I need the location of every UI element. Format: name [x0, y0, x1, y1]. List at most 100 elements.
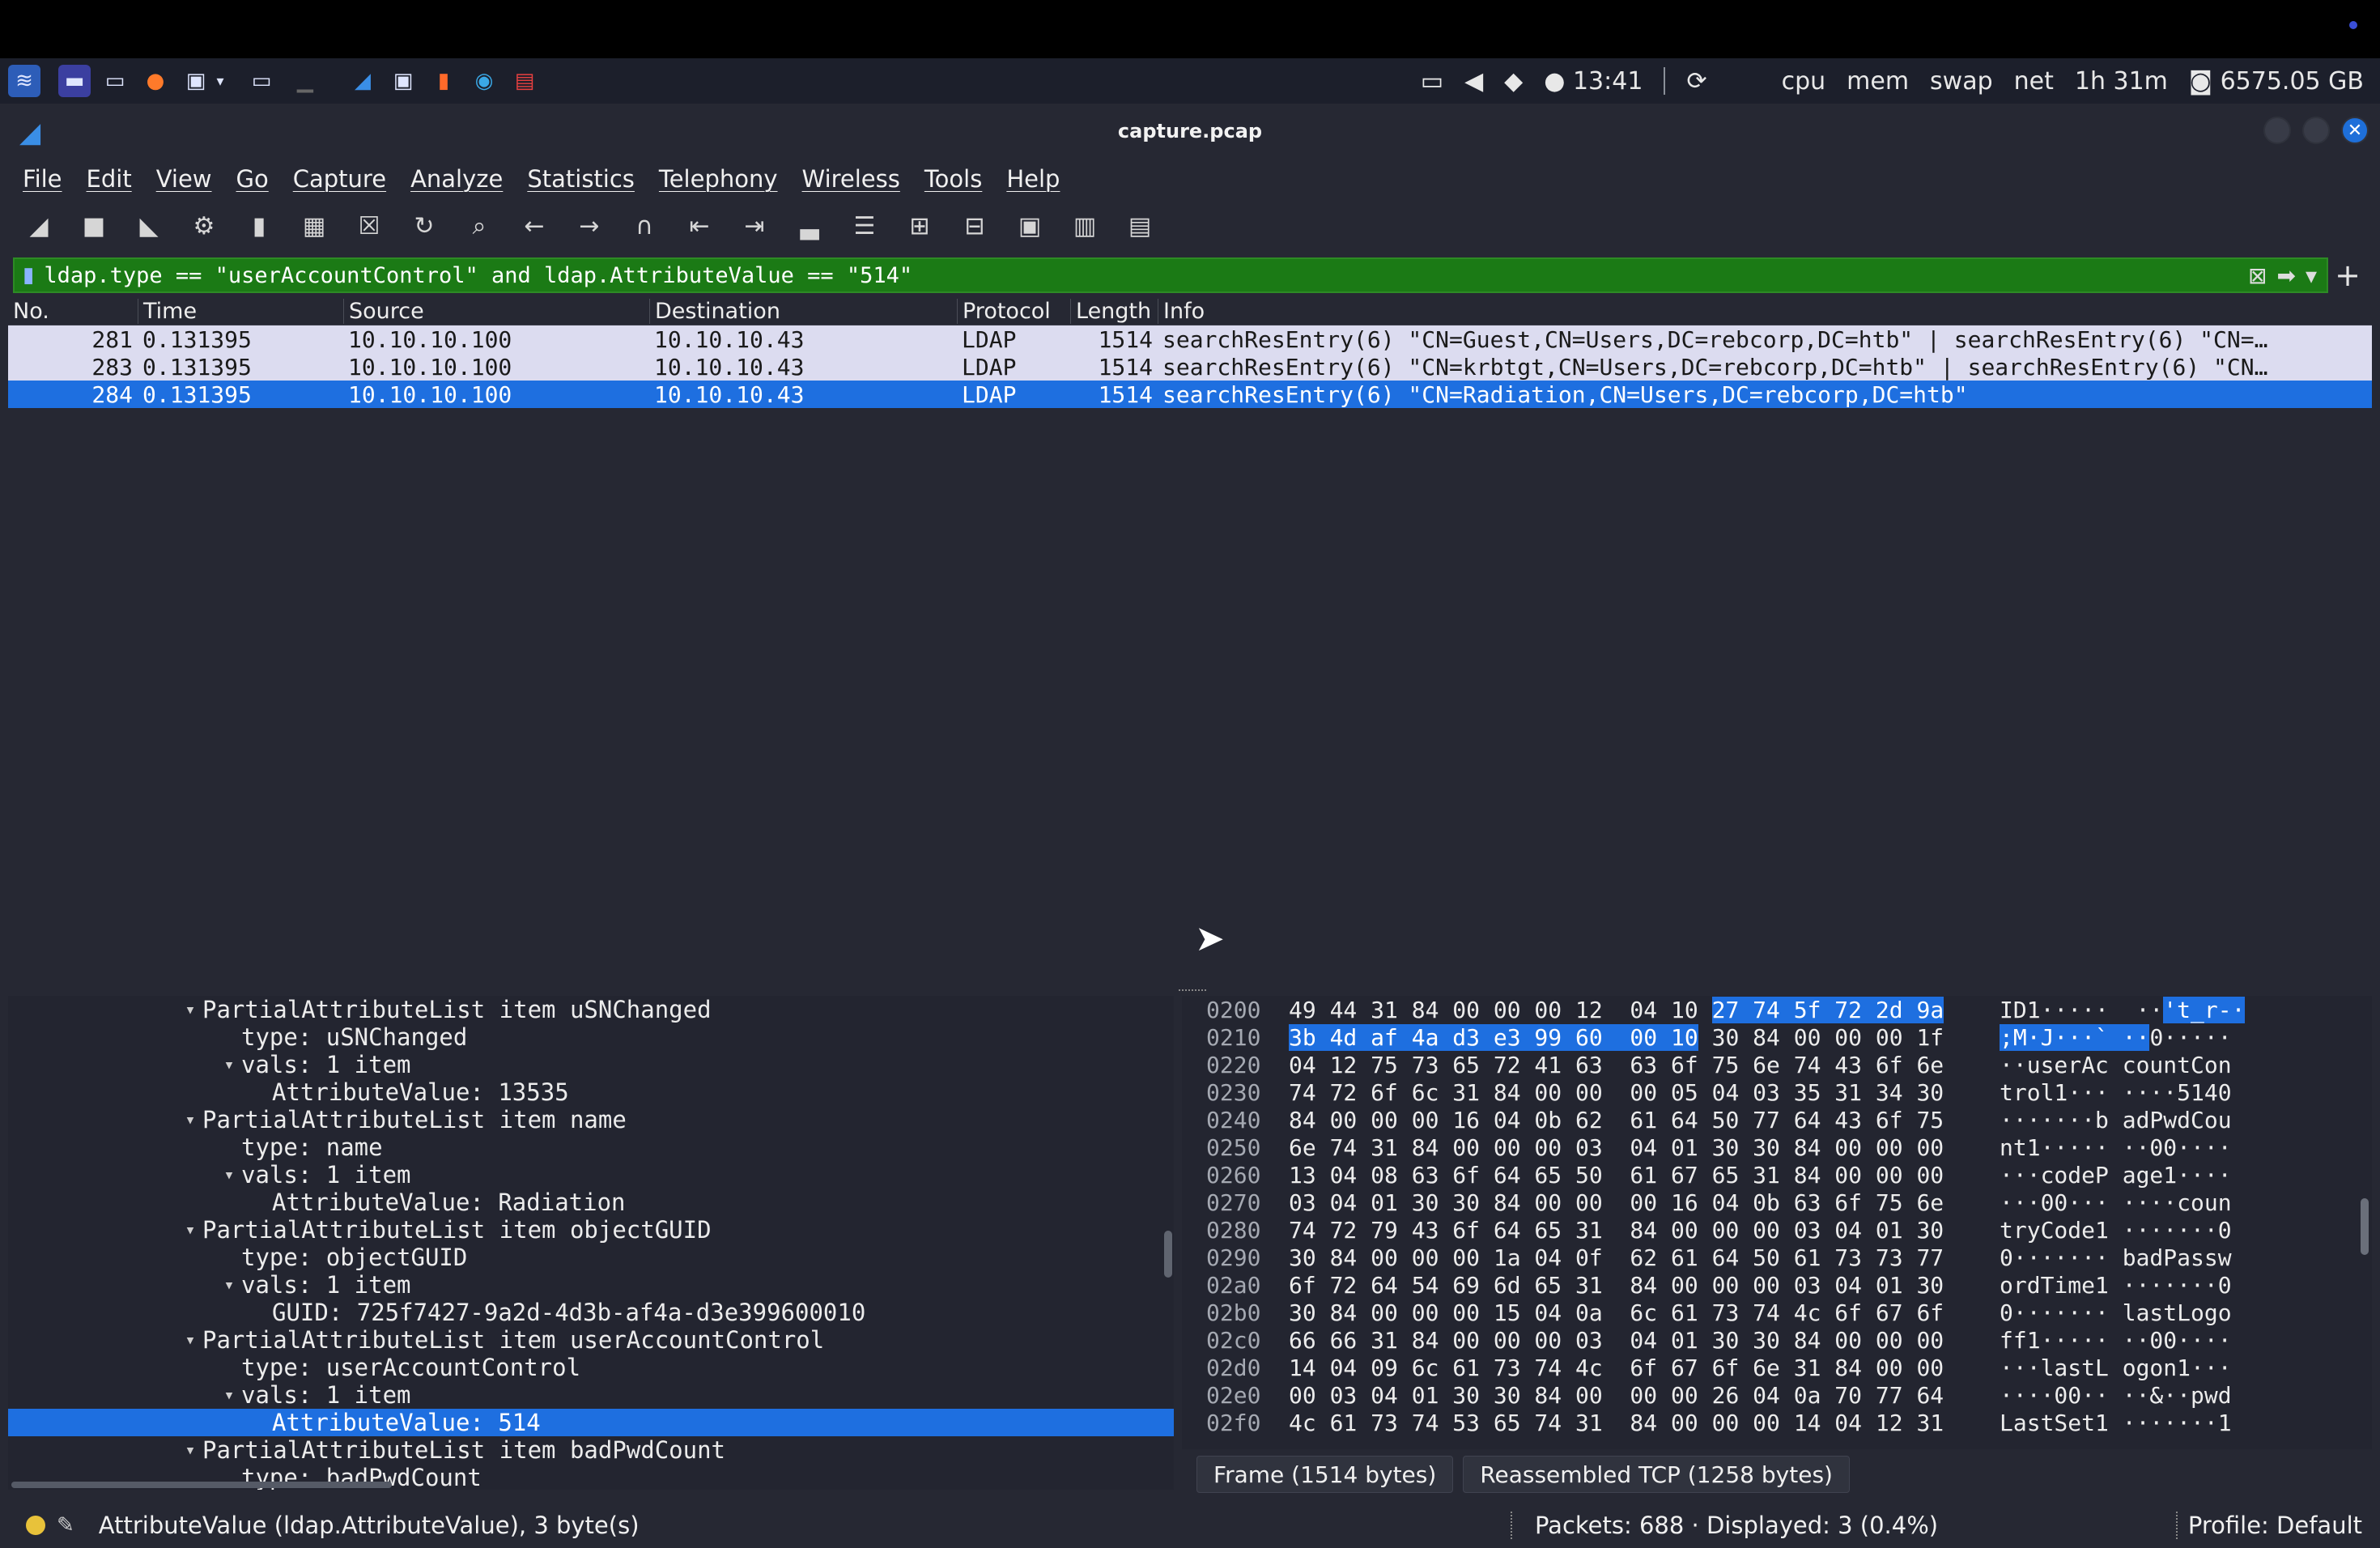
hex-row[interactable]: 02c0 66 66 31 84 00 00 00 03 04 01 30 30 … [1182, 1326, 2372, 1354]
vertical-scrollbar[interactable] [2361, 1198, 2369, 1255]
go-back-arrow-icon[interactable]: ← [518, 210, 550, 242]
hex-bytes[interactable]: 3b 4d af 4a d3 e3 99 60 00 10 30 84 00 0… [1271, 1023, 2000, 1051]
tree-leaf[interactable]: type: objectGUID [8, 1244, 1174, 1271]
menu-edit[interactable]: Edit [87, 165, 132, 193]
packet-row-selected[interactable]: 284 0.131395 10.10.10.100 10.10.10.43 LD… [8, 381, 2372, 408]
clock[interactable]: ● 13:41 [1544, 67, 1643, 96]
hex-row[interactable]: 02d0 14 04 09 6c 61 73 74 4c 6f 67 6f 6e … [1182, 1354, 2372, 1381]
column-info[interactable]: Info [1158, 299, 2372, 324]
hex-bytes[interactable]: 6e 74 31 84 00 00 00 03 04 01 30 30 84 0… [1271, 1134, 2000, 1161]
hex-row[interactable]: 0260 13 04 08 63 6f 64 65 50 61 67 65 31 … [1182, 1161, 2372, 1189]
display-icon[interactable]: ▭ [1421, 67, 1443, 96]
tree-leaf[interactable]: type: userAccountControl [8, 1354, 1174, 1381]
maximize-button[interactable] [2302, 117, 2330, 144]
firefox-icon[interactable]: ● [139, 65, 172, 97]
hex-ascii[interactable]: ···00··· ····coun [2000, 1189, 2348, 1216]
monitor-cpu[interactable]: cpu [1782, 67, 1826, 96]
resize-columns-icon[interactable]: ▥ [1069, 210, 1101, 242]
expand-arrow-icon[interactable]: ▾ [217, 1275, 241, 1295]
wireshark-taskbar-icon[interactable]: ◢ [346, 65, 379, 97]
tree-node[interactable]: ▾ PartialAttributeList item name [8, 1106, 1174, 1133]
hex-ascii[interactable]: ···codeP age1···· [2000, 1162, 2348, 1189]
column-source[interactable]: Source [343, 299, 649, 324]
refresh-icon[interactable]: ⟳ [1686, 67, 1706, 96]
status-profile[interactable]: Profile: Default [2188, 1512, 2362, 1539]
hex-row[interactable]: 02a0 6f 72 64 54 69 6d 65 31 84 00 00 00 … [1182, 1271, 2372, 1299]
volume-icon[interactable]: ◀ [1464, 67, 1483, 96]
bell-icon[interactable]: ◆ [1504, 67, 1523, 96]
hex-bytes[interactable]: 13 04 08 63 6f 64 65 50 61 67 65 31 84 0… [1271, 1162, 2000, 1189]
hex-row[interactable]: 02f0 4c 61 73 74 53 65 74 31 84 00 00 00 … [1182, 1409, 2372, 1436]
column-length[interactable]: Length [1070, 299, 1158, 324]
hex-ascii[interactable]: LastSet1 ·······1 [2000, 1410, 2348, 1436]
clear-filter-icon[interactable]: ⊠ [2248, 262, 2267, 289]
window-thumbnail-icon[interactable]: ▭ [240, 65, 283, 97]
app-menu-icon[interactable]: ≋ [8, 65, 40, 97]
chevron-down-icon[interactable]: ▾ [212, 65, 228, 97]
tree-node[interactable]: ▾ vals: 1 item [8, 1161, 1174, 1189]
hex-ascii[interactable]: trol1··· ····5140 [2000, 1079, 2348, 1106]
tab-frame[interactable]: Frame (1514 bytes) [1196, 1456, 1454, 1493]
expand-arrow-icon[interactable]: ▾ [178, 1220, 202, 1240]
tree-node[interactable]: ▾ PartialAttributeList item objectGUID [8, 1216, 1174, 1244]
hex-ascii[interactable]: 0······· badPassw [2000, 1244, 2348, 1271]
restart-capture-icon[interactable]: ◣ [133, 210, 165, 242]
terminal-icon[interactable]: ▣ [180, 65, 212, 97]
tree-leaf[interactable]: type: uSNChanged [8, 1023, 1174, 1051]
hex-ascii[interactable]: ;M·J···` ··0····· [2000, 1023, 2348, 1051]
add-filter-button[interactable]: + [2328, 257, 2367, 293]
hex-row[interactable]: 0240 84 00 00 00 16 04 0b 62 61 64 50 77 … [1182, 1106, 2372, 1133]
hex-row[interactable]: 0200 49 44 31 84 00 00 00 12 04 10 27 74 … [1182, 996, 2372, 1023]
expand-arrow-icon[interactable]: ▾ [217, 1055, 241, 1075]
monitor-swap[interactable]: swap [1930, 67, 1993, 96]
hex-bytes[interactable]: 4c 61 73 74 53 65 74 31 84 00 00 00 14 0… [1271, 1410, 2000, 1436]
hex-row[interactable]: 0220 04 12 75 73 65 72 41 63 63 6f 75 6e … [1182, 1051, 2372, 1078]
capture-options-gear-icon[interactable]: ⚙ [188, 210, 220, 242]
hex-bytes[interactable]: 74 72 6f 6c 31 84 00 00 00 05 04 03 35 3… [1271, 1079, 2000, 1106]
hex-bytes[interactable]: 04 12 75 73 65 72 41 63 63 6f 75 6e 74 4… [1271, 1052, 2000, 1078]
menu-view[interactable]: View [156, 165, 212, 193]
tree-node[interactable]: ▾ PartialAttributeList item userAccountCo… [8, 1326, 1174, 1354]
expert-info-icon[interactable] [26, 1516, 45, 1535]
zoom-in-icon[interactable]: ⊞ [903, 210, 936, 242]
first-packet-icon[interactable]: ⇤ [683, 210, 716, 242]
autoscroll-icon[interactable]: ▃ [793, 210, 826, 242]
colorize-icon[interactable]: ☰ [848, 210, 881, 242]
filter-history-chevron-down-icon[interactable]: ▾ [2306, 262, 2317, 289]
packet-bytes-pane[interactable]: 0200 49 44 31 84 00 00 00 12 04 10 27 74 … [1182, 996, 2372, 1449]
file-manager-icon[interactable]: ▭ [99, 65, 131, 97]
tab-reassembled-tcp[interactable]: Reassembled TCP (1258 bytes) [1463, 1456, 1850, 1493]
document-taskbar-icon[interactable]: ▤ [508, 65, 541, 97]
hex-row[interactable]: 0290 30 84 00 00 00 1a 04 0f 62 61 64 50 … [1182, 1244, 2372, 1271]
column-destination[interactable]: Destination [649, 299, 957, 324]
hex-bytes[interactable]: 14 04 09 6c 61 73 74 4c 6f 67 6f 6e 31 8… [1271, 1354, 2000, 1381]
hex-row[interactable]: 02e0 00 03 04 01 30 30 84 00 00 00 26 04 … [1182, 1381, 2372, 1409]
horizontal-scrollbar[interactable] [11, 1482, 392, 1488]
tree-leaf-selected[interactable]: AttributeValue: 514 [8, 1409, 1174, 1436]
zoom-out-icon[interactable]: ⊟ [958, 210, 991, 242]
hex-ascii[interactable]: ····00·· ··&··pwd [2000, 1382, 2348, 1409]
minimize-button[interactable] [2263, 117, 2291, 144]
menu-help[interactable]: Help [1006, 165, 1060, 193]
tree-leaf[interactable]: AttributeValue: 13535 [8, 1078, 1174, 1106]
hex-bytes[interactable]: 30 84 00 00 00 1a 04 0f 62 61 64 50 61 7… [1271, 1244, 2000, 1271]
hex-ascii[interactable]: ordTime1 ·······0 [2000, 1272, 2348, 1299]
hex-bytes[interactable]: 00 03 04 01 30 30 84 00 00 00 26 04 0a 7… [1271, 1382, 2000, 1409]
go-to-packet-icon[interactable]: ∩ [628, 210, 661, 242]
hex-row[interactable]: 0250 6e 74 31 84 00 00 00 03 04 01 30 30 … [1182, 1133, 2372, 1161]
save-file-icon[interactable]: ▦ [298, 210, 330, 242]
packet-row[interactable]: 281 0.131395 10.10.10.100 10.10.10.43 LD… [8, 325, 2372, 353]
menu-statistics[interactable]: Statistics [527, 165, 635, 193]
display-filter-input[interactable]: ▮ ldap.type == "userAccountControl" and … [13, 257, 2328, 293]
column-no[interactable]: No. [8, 299, 138, 324]
apply-filter-arrow-icon[interactable]: ➡ [2276, 262, 2295, 289]
hex-ascii[interactable]: ·······b adPwdCou [2000, 1107, 2348, 1133]
expand-arrow-icon[interactable]: ▾ [178, 1110, 202, 1130]
open-file-icon[interactable]: ▮ [243, 210, 275, 242]
last-packet-icon[interactable]: ⇥ [738, 210, 771, 242]
burp-taskbar-icon[interactable]: ▮ [427, 65, 460, 97]
menu-capture[interactable]: Capture [293, 165, 386, 193]
start-capture-fin-icon[interactable]: ◢ [23, 210, 55, 242]
expand-arrow-icon[interactable]: ▾ [217, 1385, 241, 1406]
hex-row[interactable]: 0270 03 04 01 30 30 84 00 00 00 16 04 0b … [1182, 1189, 2372, 1216]
